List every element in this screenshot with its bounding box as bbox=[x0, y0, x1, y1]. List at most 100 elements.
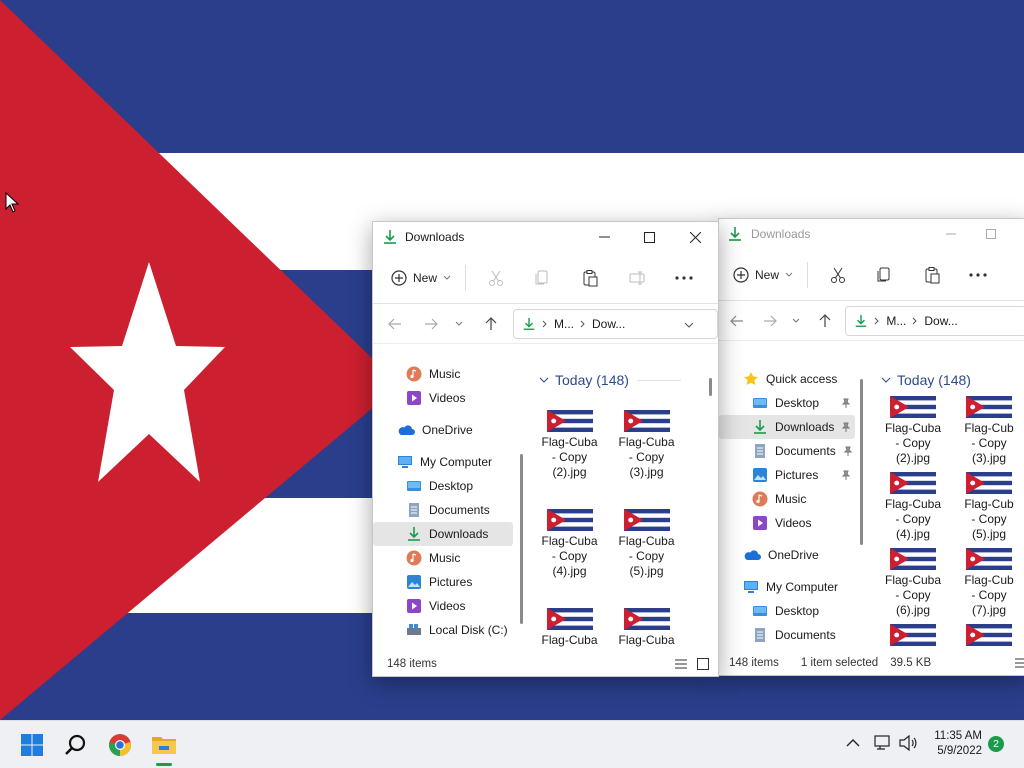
large-icons-view-icon[interactable] bbox=[697, 658, 709, 673]
file-item[interactable] bbox=[951, 624, 1024, 653]
sidebar-item-my-computer[interactable]: My Computer bbox=[373, 450, 513, 474]
sidebar-item-music[interactable]: Music bbox=[373, 546, 513, 570]
sidebar-item-local-disk-c[interactable]: Local Disk (C:) bbox=[373, 618, 513, 642]
title-bar[interactable]: Downloads bbox=[719, 219, 1024, 249]
minimize-button[interactable] bbox=[941, 224, 961, 244]
file-explorer-window-active[interactable]: Downloads New M... Dow... MusicVideosO bbox=[372, 221, 719, 677]
copy-button[interactable] bbox=[860, 259, 908, 291]
show-hidden-icons-button[interactable] bbox=[846, 737, 860, 751]
file-name-line: Flag-Cuba bbox=[618, 633, 675, 647]
sidebar-item-downloads[interactable]: Downloads bbox=[373, 522, 513, 546]
address-bar[interactable]: M... Dow... bbox=[513, 308, 718, 339]
volume-icon[interactable] bbox=[899, 734, 917, 754]
navigation-pane-scrollbar[interactable] bbox=[860, 379, 863, 545]
file-item[interactable]: Flag-Cub - Copy (3).jpg bbox=[951, 396, 1024, 472]
file-item[interactable]: Flag-Cuba - Copy (4).jpg bbox=[875, 472, 951, 548]
file-item[interactable]: Flag-Cuba - Copy (2).jpg bbox=[875, 396, 951, 472]
recent-locations-button[interactable] bbox=[447, 310, 471, 338]
sidebar-item-label: Videos bbox=[775, 516, 812, 530]
file-item[interactable]: Flag-Cuba - Copy (2).jpg bbox=[531, 410, 608, 509]
sidebar-item-pictures[interactable]: Pictures bbox=[373, 570, 513, 594]
back-button[interactable] bbox=[379, 310, 411, 338]
up-button[interactable] bbox=[810, 307, 839, 335]
forward-button[interactable] bbox=[415, 310, 447, 338]
file-name-line: Flag-Cub bbox=[964, 573, 1014, 587]
details-view-icon[interactable] bbox=[1015, 658, 1024, 671]
sidebar-item-onedrive[interactable]: OneDrive bbox=[373, 418, 513, 442]
cut-button[interactable] bbox=[816, 259, 860, 291]
search-button[interactable] bbox=[58, 727, 94, 763]
file-explorer-window-background[interactable]: Downloads New M... Dow... Quick access De… bbox=[718, 218, 1024, 676]
sidebar-item-videos[interactable]: Videos bbox=[373, 594, 513, 618]
sidebar-item-pictures[interactable]: Pictures bbox=[719, 463, 855, 487]
chrome-icon bbox=[109, 734, 131, 756]
copy-button[interactable] bbox=[518, 262, 566, 294]
clock[interactable]: 11:35 AM 5/9/2022 bbox=[928, 729, 982, 759]
network-icon[interactable] bbox=[874, 735, 892, 754]
navigation-pane-scrollbar[interactable] bbox=[520, 454, 523, 624]
up-button[interactable] bbox=[475, 310, 507, 338]
rename-button[interactable] bbox=[614, 262, 662, 294]
address-bar[interactable]: M... Dow... bbox=[845, 305, 1024, 336]
group-header-label: Today (148) bbox=[897, 372, 971, 388]
chrome-button[interactable] bbox=[102, 727, 138, 763]
paste-button[interactable] bbox=[908, 259, 956, 291]
start-button[interactable] bbox=[14, 727, 50, 763]
details-view-icon[interactable] bbox=[675, 659, 687, 672]
sidebar-item-desktop[interactable]: Desktop bbox=[373, 474, 513, 498]
file-item[interactable] bbox=[875, 624, 951, 653]
sidebar-item-desktop[interactable]: Desktop bbox=[719, 391, 855, 415]
computer-icon bbox=[397, 454, 413, 470]
taskbar: 11:35 AM 5/9/2022 2 bbox=[0, 720, 1024, 768]
file-item[interactable]: Flag-Cub - Copy (7).jpg bbox=[951, 548, 1024, 624]
group-header[interactable]: Today (148) bbox=[881, 368, 1024, 392]
sidebar-item-label: Downloads bbox=[775, 420, 835, 434]
sidebar-item-quick-access[interactable]: Quick access bbox=[719, 367, 855, 391]
more-options-button[interactable] bbox=[956, 259, 1000, 291]
group-header[interactable]: Today (148) bbox=[539, 368, 711, 392]
file-item[interactable]: Flag-Cuba - Copy (3).jpg bbox=[608, 410, 685, 509]
new-button[interactable]: New bbox=[391, 262, 451, 294]
title-bar[interactable]: Downloads bbox=[373, 222, 718, 252]
back-button[interactable] bbox=[723, 307, 752, 335]
sidebar-item-downloads[interactable]: Downloads bbox=[719, 415, 855, 439]
file-item[interactable]: Flag-Cuba bbox=[608, 608, 685, 653]
close-button[interactable] bbox=[685, 227, 705, 247]
file-item[interactable]: Flag-Cuba - Copy (4).jpg bbox=[531, 509, 608, 608]
file-item[interactable]: Flag-Cuba - Copy (6).jpg bbox=[875, 548, 951, 624]
cut-button[interactable] bbox=[474, 262, 518, 294]
toolbar-divider bbox=[465, 264, 467, 291]
file-item[interactable]: Flag-Cuba - Copy (5).jpg bbox=[608, 509, 685, 608]
forward-button[interactable] bbox=[756, 307, 785, 335]
sidebar-item-desktop[interactable]: Desktop bbox=[719, 599, 855, 623]
sidebar-item-videos[interactable]: Videos bbox=[719, 511, 855, 535]
maximize-button[interactable] bbox=[981, 224, 1001, 244]
file-item[interactable]: Flag-Cuba bbox=[531, 608, 608, 653]
new-button[interactable]: New bbox=[733, 259, 793, 291]
breadcrumb-item[interactable]: M... bbox=[886, 314, 906, 328]
window-title: Downloads bbox=[405, 230, 465, 244]
breadcrumb-item[interactable]: Dow... bbox=[592, 317, 625, 331]
recent-locations-button[interactable] bbox=[785, 307, 807, 335]
breadcrumb-item[interactable]: Dow... bbox=[924, 314, 957, 328]
sidebar-item-documents[interactable]: Documents bbox=[373, 498, 513, 522]
sidebar-item-videos[interactable]: Videos bbox=[373, 386, 513, 410]
sidebar-item-documents[interactable]: Documents bbox=[719, 623, 855, 647]
breadcrumb-item[interactable]: M... bbox=[554, 317, 574, 331]
plus-circle-icon bbox=[733, 266, 749, 283]
sidebar-item-onedrive[interactable]: OneDrive bbox=[719, 543, 855, 567]
paste-button[interactable] bbox=[566, 262, 614, 294]
file-list-scrollbar[interactable] bbox=[709, 378, 712, 396]
more-options-button[interactable] bbox=[662, 262, 706, 294]
sidebar-item-music[interactable]: Music bbox=[719, 487, 855, 511]
notification-badge[interactable]: 2 bbox=[988, 736, 1004, 752]
minimize-button[interactable] bbox=[594, 227, 614, 247]
file-item[interactable]: Flag-Cub - Copy (5).jpg bbox=[951, 472, 1024, 548]
file-explorer-button[interactable] bbox=[146, 727, 182, 766]
toolbar-divider bbox=[807, 261, 809, 288]
item-count: 148 items bbox=[387, 658, 437, 670]
sidebar-item-documents[interactable]: Documents bbox=[719, 439, 855, 463]
sidebar-item-my-computer[interactable]: My Computer bbox=[719, 575, 855, 599]
sidebar-item-music[interactable]: Music bbox=[373, 362, 513, 386]
maximize-button[interactable] bbox=[639, 227, 659, 247]
